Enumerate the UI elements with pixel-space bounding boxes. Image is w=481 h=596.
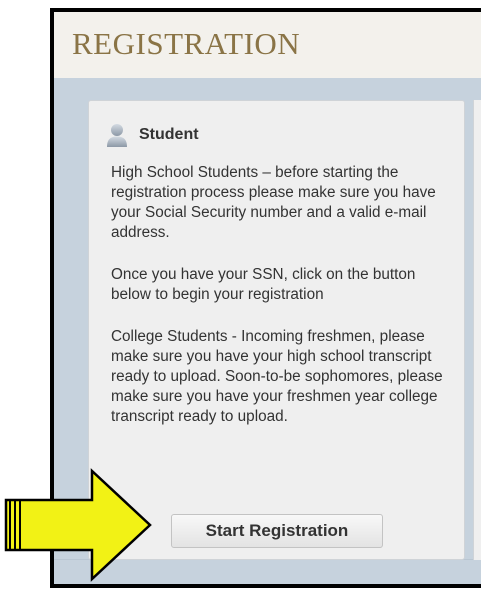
- page-title: REGISTRATION: [72, 26, 301, 61]
- pointer-arrow-icon: [4, 468, 152, 582]
- adjacent-card-edge: [473, 100, 481, 560]
- page-header: REGISTRATION: [54, 12, 481, 79]
- user-avatar-icon: [107, 124, 127, 147]
- start-registration-button[interactable]: Start Registration: [171, 514, 383, 548]
- card-title: Student: [139, 126, 199, 143]
- card-header: Student: [106, 123, 199, 147]
- ssn-instructions: Once you have your SSN, click on the but…: [111, 266, 416, 303]
- high-school-instructions: High School Students – before starting t…: [111, 164, 436, 241]
- college-instructions: College Students - Incoming freshmen, pl…: [111, 328, 443, 425]
